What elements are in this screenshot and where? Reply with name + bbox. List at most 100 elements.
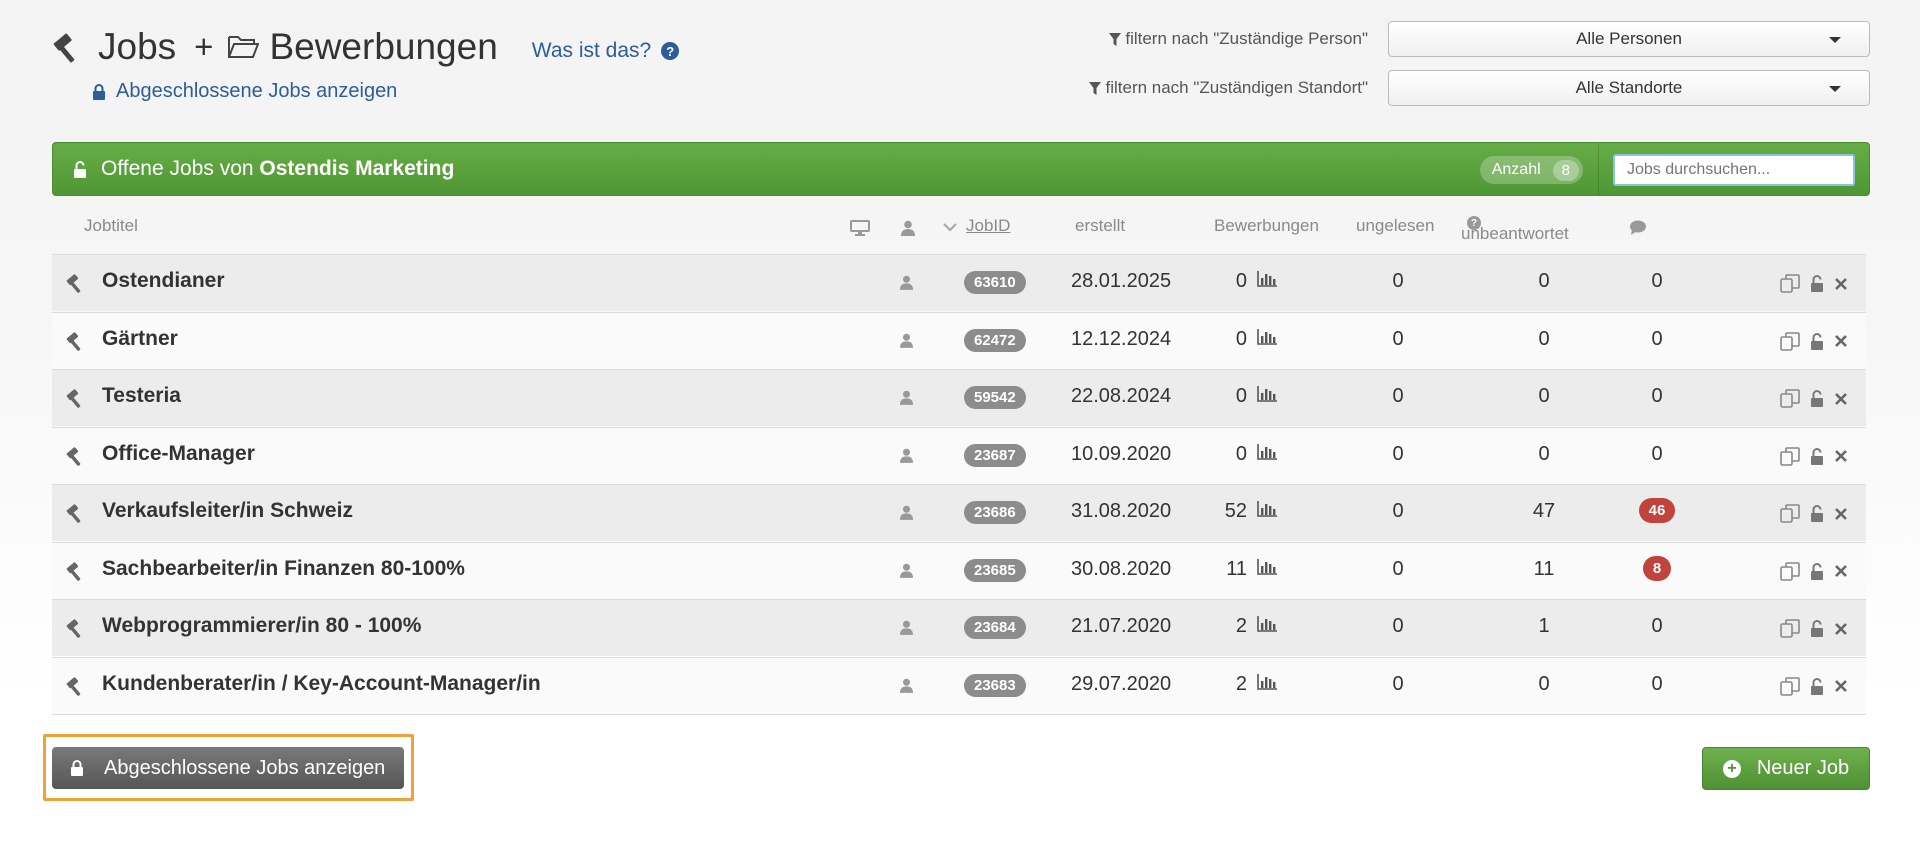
show-closed-jobs-button[interactable]: Abgeschlossene Jobs anzeigen [52,747,404,789]
table-row[interactable]: Ostendianer 63610 28.01.2025 0 0 0 0 [52,254,1866,311]
user-icon[interactable] [900,333,913,353]
bar-chart-icon[interactable] [1257,673,1277,696]
unlock-icon[interactable] [1810,332,1824,355]
close-icon[interactable] [1834,622,1848,641]
applications-count[interactable]: 0 [1217,270,1277,293]
created-date: 21.07.2020 [1071,615,1172,637]
comments-count[interactable]: 46 [1629,498,1685,525]
user-icon[interactable] [900,275,913,295]
applications-value: 52 [1224,500,1247,522]
copy-icon[interactable] [1780,446,1800,471]
job-title-link[interactable]: Office-Manager [102,442,255,466]
user-icon[interactable] [900,620,913,640]
th-unanswered[interactable]: unbeantwortet ? [1461,216,1569,243]
table-row[interactable]: Webprogrammierer/in 80 - 100% 23684 21.07.… [52,599,1866,656]
unlock-icon[interactable] [1810,447,1824,470]
what-is-this-link[interactable]: Was ist das? ? [532,39,680,63]
copy-icon[interactable] [1780,274,1800,298]
applications-count[interactable]: 0 [1217,328,1277,351]
unlock-icon[interactable] [1810,390,1824,412]
comments-alert-badge[interactable]: 8 [1642,555,1672,581]
job-title-link[interactable]: Ostendianer [102,269,225,293]
user-icon[interactable] [900,448,913,468]
applications-count[interactable]: 0 [1217,385,1277,408]
th-created[interactable]: erstellt [1075,216,1125,236]
bar-chart-icon[interactable] [1257,270,1277,293]
job-title-link[interactable]: Verkaufsleiter/in Schweiz [102,499,353,523]
user-icon[interactable] [900,505,913,525]
bar-chart-icon[interactable] [1257,443,1277,466]
bar-chart-icon[interactable] [1257,615,1277,638]
comments-count: 0 [1629,673,1685,696]
applications-count[interactable]: 0 [1217,443,1277,466]
applications-count[interactable]: 2 [1217,673,1277,696]
panel-title: Offene Jobs von Ostendis Marketing [101,157,454,181]
job-title-link[interactable]: Testeria [102,384,181,408]
bar-chart-icon[interactable] [1257,500,1277,523]
comments-count[interactable]: 8 [1629,555,1685,583]
desktop-icon [850,220,870,236]
bar-chart-icon[interactable] [1257,558,1277,581]
person-filter-text: filtern nach "Zuständige Person" [1125,29,1368,48]
close-icon[interactable] [1834,449,1848,468]
applications-count[interactable]: 52 [1217,500,1277,523]
unread-count: 0 [1392,385,1404,407]
table-row[interactable]: Kundenberater/in / Key-Account-Manager/i… [52,656,1866,714]
unlock-icon[interactable] [1810,677,1824,700]
unlock-icon[interactable] [1810,562,1824,585]
table-row[interactable]: Office-Manager 23687 10.09.2020 0 0 0 0 [52,426,1866,484]
job-title-link[interactable]: Gärtner [102,327,178,351]
new-job-button[interactable]: + Neuer Job [1702,747,1870,790]
applications-count[interactable]: 11 [1217,558,1277,581]
user-icon[interactable] [900,390,913,410]
unanswered-count: 0 [1538,270,1550,292]
copy-icon[interactable] [1780,504,1800,528]
user-icon[interactable] [900,563,913,583]
unread-count: 0 [1392,500,1404,522]
copy-icon[interactable] [1780,389,1800,413]
copy-icon[interactable] [1780,676,1800,701]
copy-icon[interactable] [1780,619,1800,643]
user-icon[interactable] [900,678,913,698]
job-title-link[interactable]: Webprogrammierer/in 80 - 100% [102,614,421,638]
th-applications[interactable]: Bewerbungen [1214,216,1319,236]
row-actions [1780,331,1848,356]
close-icon[interactable] [1834,507,1848,526]
person-select[interactable]: Alle Personen [1388,21,1870,57]
th-unread[interactable]: ungelesen [1356,216,1434,236]
hammer-icon [66,561,86,586]
show-closed-jobs-link[interactable]: Abgeschlossene Jobs anzeigen [92,80,397,103]
hammer-icon [66,388,86,413]
hammer-icon [66,273,86,298]
copy-icon[interactable] [1780,561,1800,586]
close-icon[interactable] [1834,564,1848,583]
plus-circle-icon: + [1722,759,1741,778]
close-icon[interactable] [1834,679,1848,698]
bar-chart-icon[interactable] [1257,328,1277,351]
job-title-link[interactable]: Sachbearbeiter/in Finanzen 80-100% [102,557,465,581]
th-jobtitle[interactable]: Jobtitel [84,216,138,236]
table-row[interactable]: Gärtner 62472 12.12.2024 0 0 0 0 [52,311,1866,369]
close-icon[interactable] [1834,277,1848,296]
close-icon[interactable] [1834,334,1848,353]
unlock-icon[interactable] [1810,620,1824,642]
table-row[interactable]: Sachbearbeiter/in Finanzen 80-100% 23685 3… [52,541,1866,599]
th-jobid[interactable]: JobID [966,216,1010,236]
close-icon[interactable] [1834,392,1848,411]
applications-value: 0 [1235,270,1247,292]
job-search-input[interactable] [1613,154,1855,186]
table-row[interactable]: Verkaufsleiter/in Schweiz 23686 31.08.2020… [52,484,1866,541]
applications-count[interactable]: 2 [1217,615,1277,638]
bar-chart-icon[interactable] [1257,385,1277,408]
comments-value: 0 [1651,270,1663,292]
table-row[interactable]: Testeria 59542 22.08.2024 0 0 0 0 [52,369,1866,426]
funnel-icon [1089,81,1102,95]
location-select[interactable]: Alle Standorte [1388,70,1870,106]
comments-alert-badge[interactable]: 46 [1638,498,1676,523]
unlock-icon[interactable] [1810,505,1824,527]
location-filter-text: filtern nach "Zuständigen Standort" [1105,78,1368,97]
unlock-icon[interactable] [1810,275,1824,297]
location-select-value: Alle Standorte [1575,78,1683,97]
job-title-link[interactable]: Kundenberater/in / Key-Account-Manager/i… [102,672,541,696]
copy-icon[interactable] [1780,331,1800,356]
